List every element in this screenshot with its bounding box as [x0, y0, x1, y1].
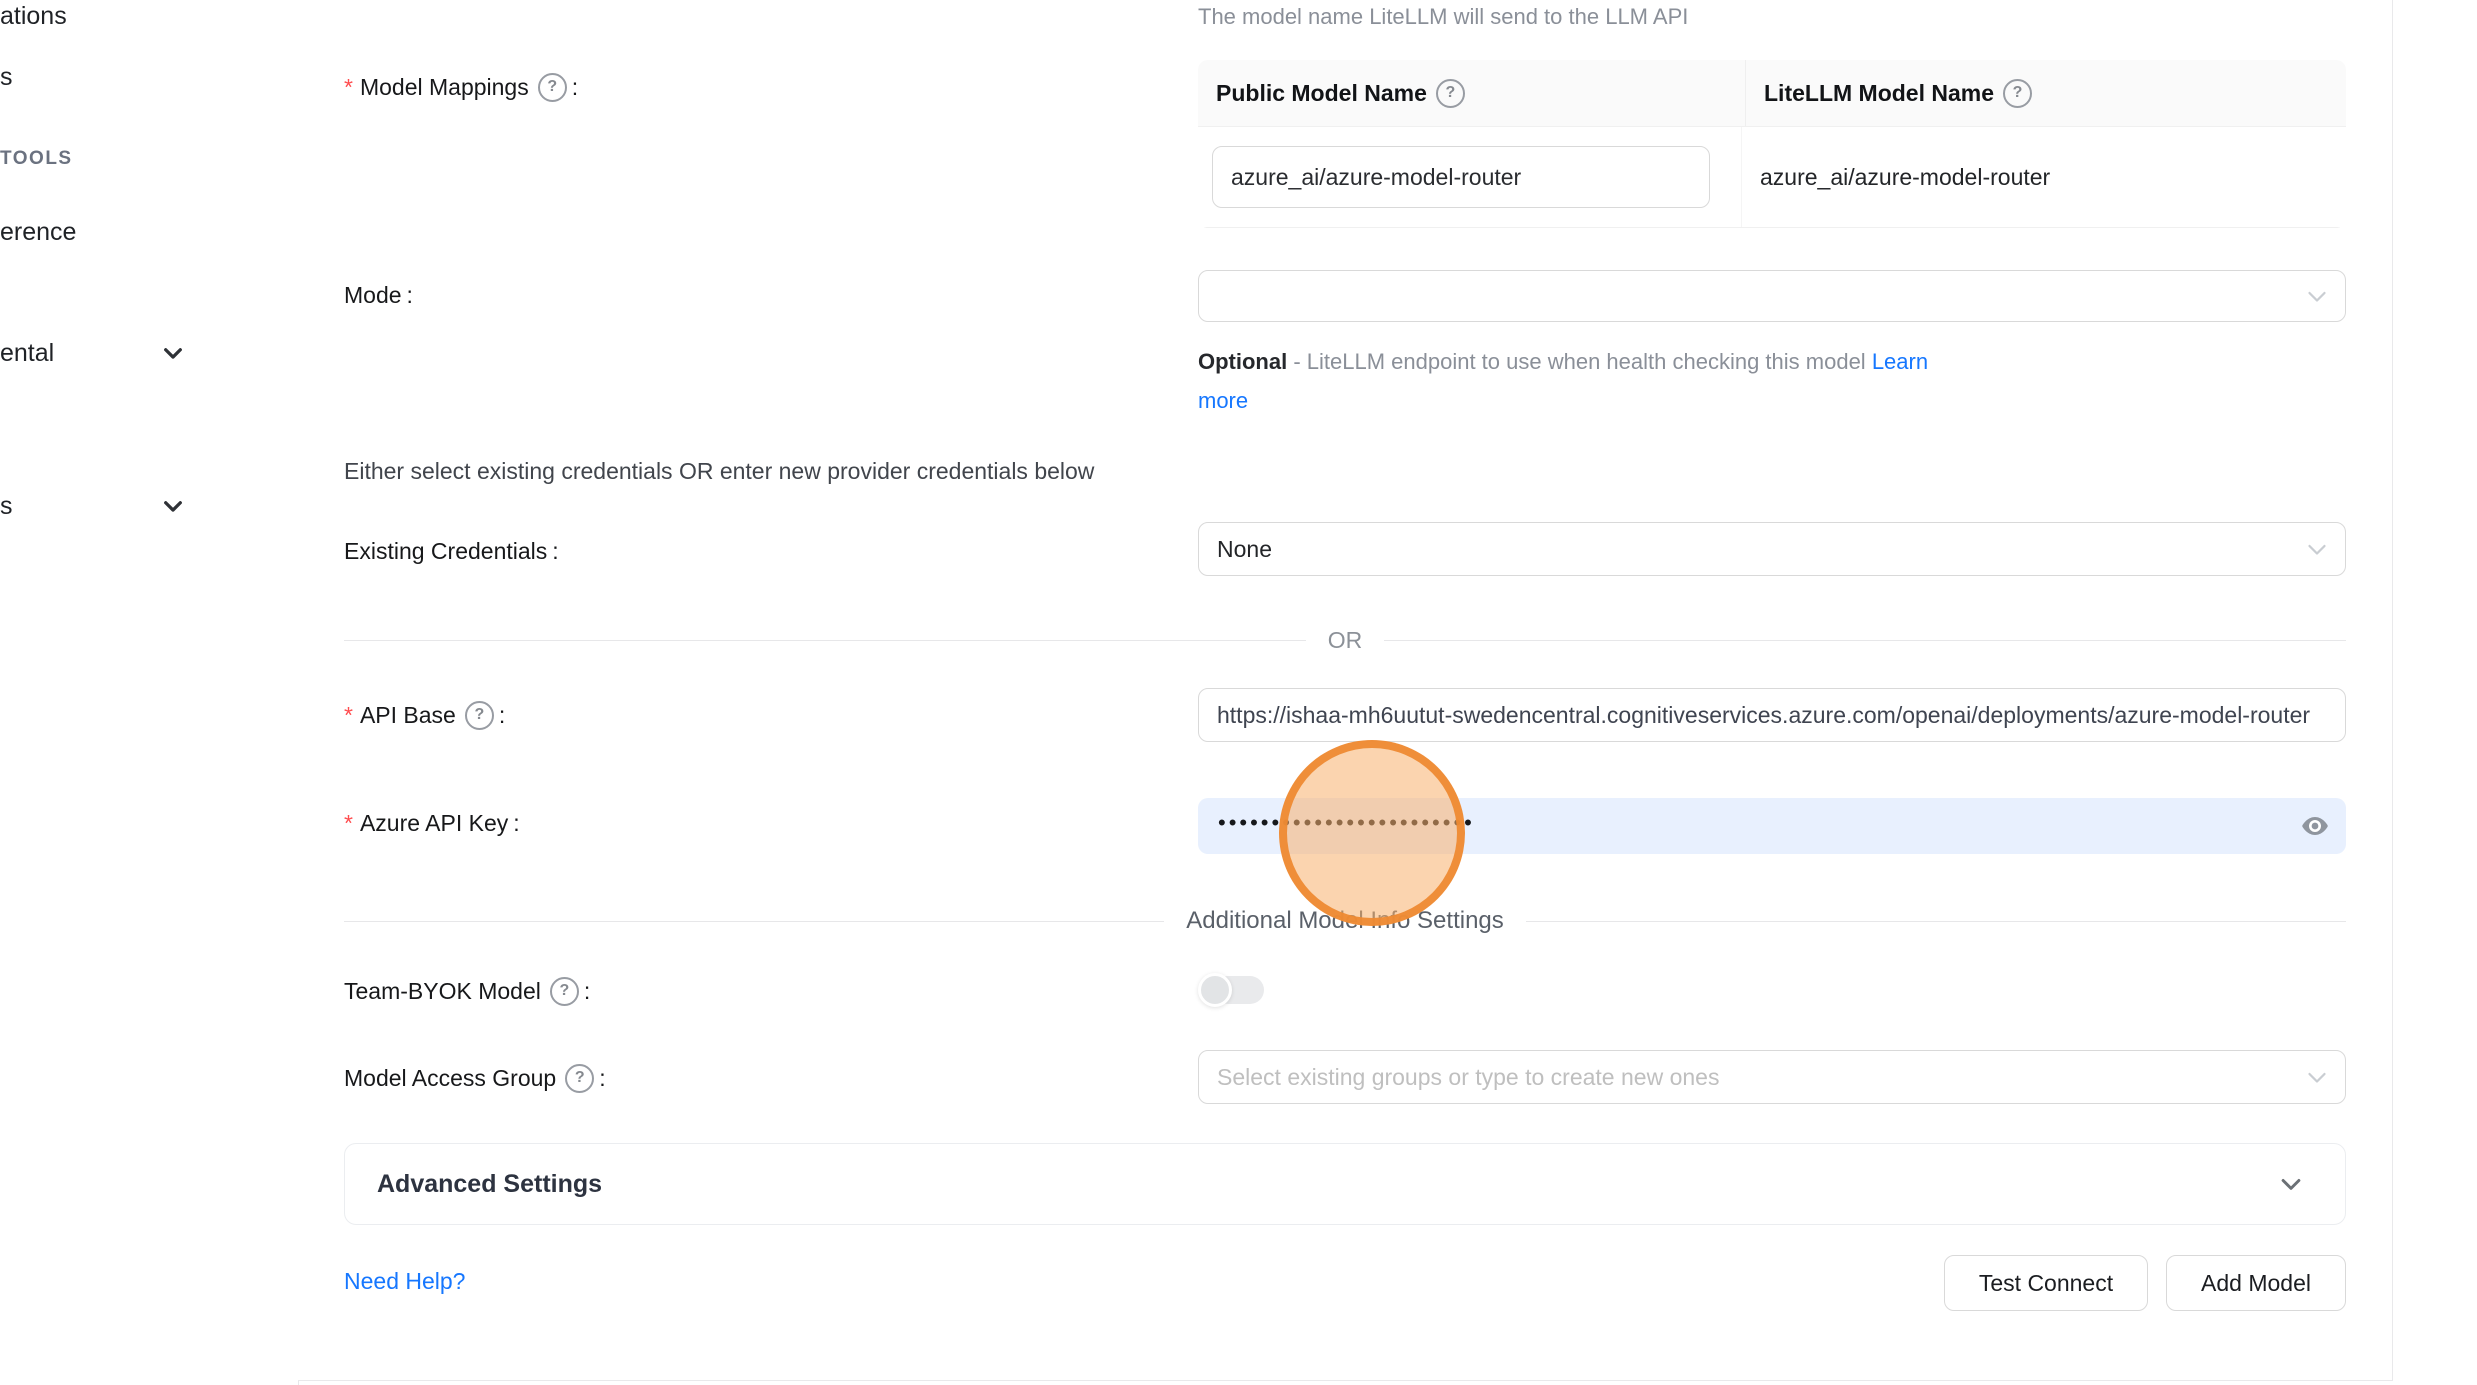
help-icon[interactable]: ?	[1436, 79, 1465, 108]
credentials-note: Either select existing credentials OR en…	[344, 456, 1094, 486]
mode-label: Mode :	[344, 280, 413, 310]
azure-api-key-label: * Azure API Key :	[344, 808, 520, 838]
add-model-page: ations s TOOLS erence ental s The model …	[0, 0, 2477, 1385]
model-access-group-label: Model Access Group ? :	[344, 1063, 606, 1093]
label-colon: :	[499, 700, 505, 730]
column-header-litellm-model-name: LiteLLM Model Name ?	[1745, 60, 2346, 126]
team-byok-label: Team-BYOK Model ? :	[344, 976, 590, 1006]
label-colon: :	[584, 976, 590, 1006]
api-base-input[interactable]: https://ishaa-mh6uutut-swedencentral.cog…	[1198, 688, 2346, 742]
sidebar-item-label: s	[0, 488, 13, 524]
label-colon: :	[572, 72, 578, 102]
required-asterisk: *	[344, 808, 353, 838]
model-mappings-table: Public Model Name ? LiteLLM Model Name ?…	[1198, 60, 2346, 228]
sidebar-item-ations[interactable]: ations	[0, 0, 186, 34]
mode-select[interactable]	[1198, 270, 2346, 322]
column-header-public-model-name: Public Model Name ?	[1198, 60, 1745, 126]
sidebar-item-ental[interactable]: ental	[0, 335, 186, 371]
required-asterisk: *	[344, 72, 353, 102]
sidebar-item-label: ental	[0, 335, 54, 371]
help-icon[interactable]: ?	[538, 73, 567, 102]
eye-icon[interactable]	[2300, 811, 2330, 841]
label-colon: :	[407, 280, 413, 310]
sidebar-item-label: erence	[0, 214, 76, 250]
additional-settings-divider: Additional Model Info Settings	[344, 906, 2346, 936]
help-icon[interactable]: ?	[465, 701, 494, 730]
model-mappings-label: * Model Mappings ? :	[344, 72, 578, 102]
test-connect-button[interactable]: Test Connect	[1944, 1255, 2148, 1311]
public-model-name-input[interactable]: azure_ai/azure-model-router	[1212, 146, 1710, 208]
azure-api-key-input[interactable]: ••••••••••••••••••••••••	[1198, 798, 2346, 854]
sidebar-item-erence[interactable]: erence	[0, 214, 186, 250]
table-header-row: Public Model Name ? LiteLLM Model Name ?	[1198, 60, 2346, 127]
help-icon[interactable]: ?	[565, 1064, 594, 1093]
api-base-label: * API Base ? :	[344, 700, 505, 730]
sidebar: ations s TOOLS erence ental s	[0, 0, 299, 1385]
existing-credentials-label: Existing Credentials :	[344, 536, 559, 566]
additional-settings-divider-text: Additional Model Info Settings	[1164, 907, 1526, 935]
existing-credentials-select[interactable]: None	[1198, 522, 2346, 576]
litellm-model-name-value: azure_ai/azure-model-router	[1741, 127, 2346, 227]
chevron-down-icon	[160, 340, 186, 366]
chevron-down-icon	[160, 493, 186, 519]
mode-helper-text: Optional - LiteLLM endpoint to use when …	[1198, 342, 1966, 420]
toggle-knob	[1198, 973, 1232, 1007]
add-model-button[interactable]: Add Model	[2166, 1255, 2346, 1311]
need-help-link[interactable]: Need Help?	[344, 1268, 465, 1295]
chevron-down-icon	[2277, 1170, 2305, 1198]
sidebar-section-tools: TOOLS	[0, 147, 73, 171]
chevron-down-icon	[2305, 537, 2329, 561]
required-asterisk: *	[344, 700, 353, 730]
or-divider: OR	[344, 626, 2346, 654]
existing-credentials-value: None	[1217, 536, 1272, 563]
sidebar-item-s1[interactable]: s	[0, 59, 186, 95]
team-byok-toggle[interactable]	[1198, 973, 1264, 1007]
advanced-settings-panel[interactable]: Advanced Settings	[344, 1143, 2346, 1225]
masked-password-value: ••••••••••••••••••••••••	[1218, 795, 1475, 851]
label-colon: :	[552, 536, 558, 566]
sidebar-item-label: ations	[0, 0, 67, 34]
or-divider-text: OR	[1306, 627, 1385, 654]
chevron-down-icon	[2305, 1065, 2329, 1089]
help-icon[interactable]: ?	[2003, 79, 2032, 108]
add-model-form: The model name LiteLLM will send to the …	[298, 0, 2393, 1381]
sidebar-item-label: s	[0, 59, 13, 95]
model-access-group-placeholder: Select existing groups or type to create…	[1217, 1064, 1719, 1091]
sidebar-item-s2[interactable]: s	[0, 488, 186, 524]
model-name-helper: The model name LiteLLM will send to the …	[1198, 2, 1688, 32]
advanced-settings-title: Advanced Settings	[377, 1170, 602, 1199]
table-row: azure_ai/azure-model-router azure_ai/azu…	[1198, 127, 2346, 228]
model-access-group-select[interactable]: Select existing groups or type to create…	[1198, 1050, 2346, 1104]
optional-label: Optional	[1198, 349, 1287, 374]
label-colon: :	[599, 1063, 605, 1093]
chevron-down-icon	[2305, 284, 2329, 308]
help-icon[interactable]: ?	[550, 977, 579, 1006]
label-colon: :	[513, 808, 519, 838]
